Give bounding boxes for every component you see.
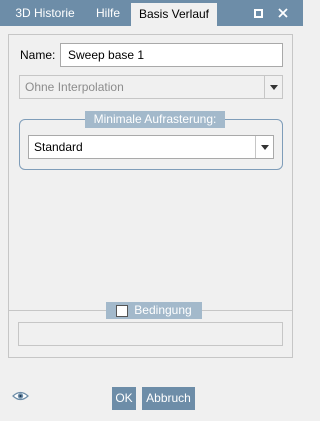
condition-label: Bedingung — [134, 303, 192, 317]
raster-value: Standard — [34, 140, 83, 154]
cancel-button[interactable]: Abbruch — [142, 387, 195, 410]
interpolation-value: Ohne Interpolation — [25, 80, 124, 94]
raster-group-title: Minimale Aufrasterung: — [85, 111, 225, 128]
close-button[interactable] — [263, 0, 303, 26]
condition-header: Bedingung — [106, 302, 202, 319]
interpolation-dropdown-arrow — [264, 76, 282, 98]
interpolation-select: Ohne Interpolation — [19, 75, 283, 99]
condition-field — [18, 322, 283, 346]
tab-bar: 3D Historie Hilfe Basis Verlauf — [0, 0, 303, 26]
name-field[interactable]: Sweep base 1 — [60, 43, 283, 67]
tab-hilfe[interactable]: Hilfe — [86, 0, 130, 26]
tab-3d-historie[interactable]: 3D Historie — [4, 0, 86, 26]
ok-button[interactable]: OK — [112, 387, 136, 410]
square-icon — [253, 8, 263, 18]
raster-select[interactable]: Standard — [28, 135, 274, 159]
raster-dropdown-arrow[interactable] — [255, 136, 273, 158]
tab-basis-verlauf[interactable]: Basis Verlauf — [131, 3, 217, 26]
preview-button[interactable] — [12, 390, 29, 405]
name-label: Name: — [20, 48, 56, 62]
close-icon — [278, 8, 288, 18]
chevron-down-icon — [269, 84, 278, 90]
eye-icon — [12, 391, 29, 401]
chevron-down-icon — [260, 144, 269, 150]
condition-checkbox[interactable] — [116, 304, 129, 317]
